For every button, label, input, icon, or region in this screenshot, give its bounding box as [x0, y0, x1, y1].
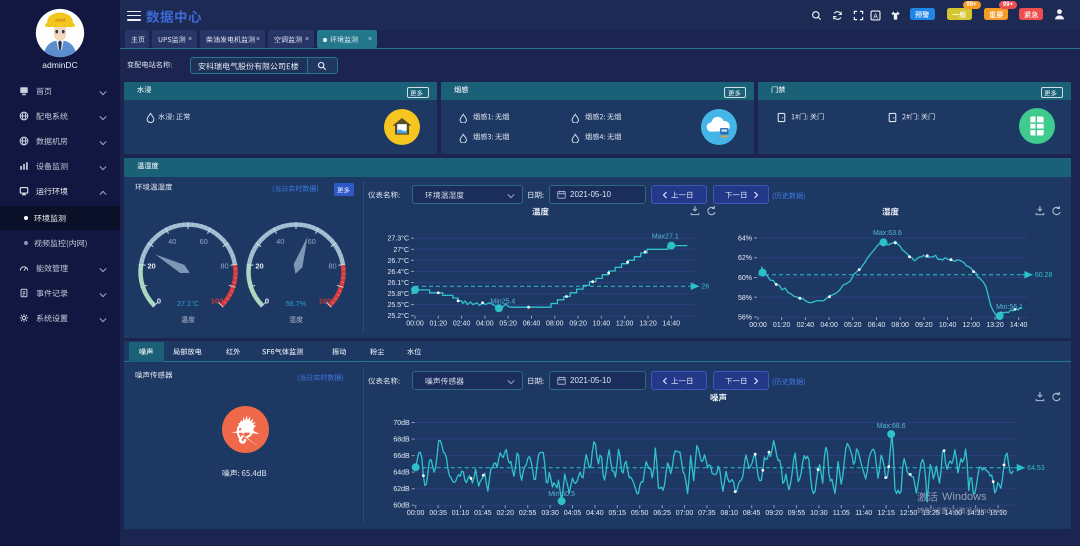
- svg-text:04:05: 04:05: [564, 510, 582, 517]
- svg-text:09:55: 09:55: [788, 510, 806, 517]
- svg-text:62dB: 62dB: [393, 486, 410, 493]
- svg-text:09:20: 09:20: [765, 510, 783, 517]
- svg-text:60dB: 60dB: [393, 503, 410, 510]
- svg-text:02:55: 02:55: [519, 510, 537, 517]
- svg-text:08:45: 08:45: [743, 510, 761, 517]
- svg-text:01:45: 01:45: [474, 510, 492, 517]
- svg-text:07:35: 07:35: [698, 510, 716, 517]
- svg-text:12:50: 12:50: [900, 510, 918, 517]
- svg-text:05:15: 05:15: [609, 510, 627, 517]
- svg-text:02:20: 02:20: [497, 510, 515, 517]
- svg-text:11:40: 11:40: [855, 510, 872, 517]
- svg-text:70dB: 70dB: [393, 420, 410, 427]
- svg-text:10:30: 10:30: [810, 510, 828, 517]
- svg-text:66dB: 66dB: [393, 453, 410, 460]
- svg-text:64.53: 64.53: [1027, 465, 1045, 472]
- svg-text:06:25: 06:25: [653, 510, 671, 517]
- svg-text:05:50: 05:50: [631, 510, 649, 517]
- svg-text:07:00: 07:00: [676, 510, 694, 517]
- svg-text:01:10: 01:10: [452, 510, 470, 517]
- svg-text:Max:68.6: Max:68.6: [877, 423, 906, 430]
- svg-text:03:30: 03:30: [541, 510, 559, 517]
- svg-text:68dB: 68dB: [393, 437, 410, 444]
- svg-text:00:00: 00:00: [407, 510, 425, 517]
- svg-text:12:15: 12:15: [877, 510, 895, 517]
- svg-text:04:40: 04:40: [586, 510, 604, 517]
- svg-text:11:05: 11:05: [833, 510, 850, 517]
- svg-text:64dB: 64dB: [393, 470, 410, 477]
- svg-text:08:10: 08:10: [721, 510, 739, 517]
- svg-text:00:35: 00:35: [429, 510, 447, 517]
- svg-text:Min:60.5: Min:60.5: [548, 491, 575, 498]
